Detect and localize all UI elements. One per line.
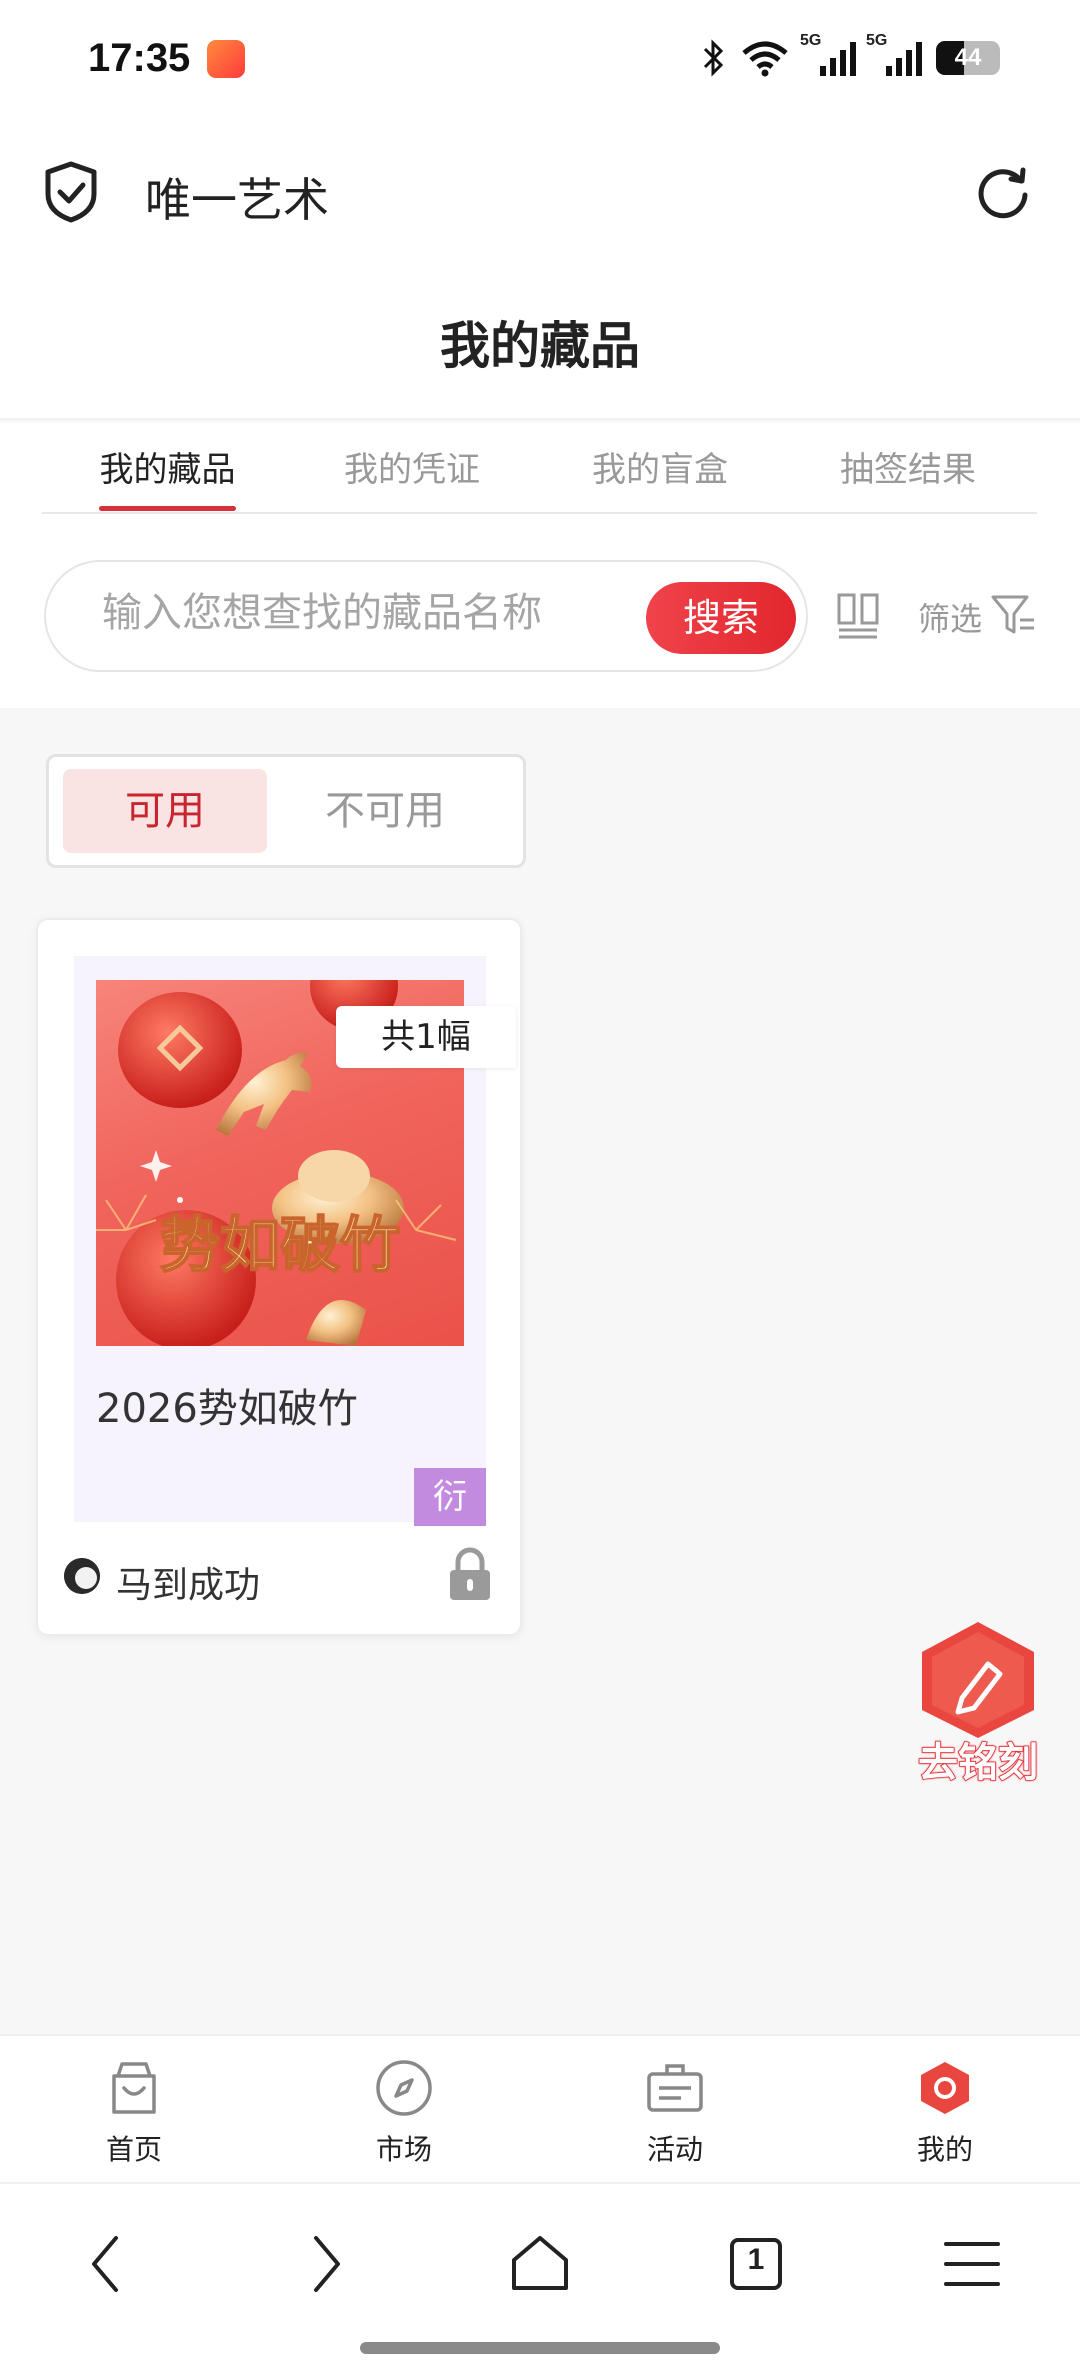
pen-icon (922, 1622, 1034, 1738)
svg-text:势如破竹: 势如破竹 (160, 1211, 400, 1281)
wifi-icon (742, 41, 788, 77)
back-icon[interactable] (68, 2224, 148, 2304)
collection-card[interactable]: 势如破竹 2026势如破竹 衍 共1幅 马到成功 (36, 918, 522, 1636)
tab-my-collection[interactable]: 我的藏品 (99, 442, 236, 491)
filter-label[interactable]: 筛选 (918, 594, 982, 640)
availability-toggle: 可用 不可用 (46, 754, 526, 868)
nav-activity-label: 活动 (646, 2133, 703, 2166)
layout-toggle-icon[interactable] (836, 592, 880, 640)
cellular-signal-icon: 5G (866, 32, 922, 76)
refresh-icon[interactable] (975, 165, 1031, 221)
bottom-nav: 首页 市场 活动 我的 (0, 2034, 1080, 2182)
briefcase-icon (647, 2064, 703, 2112)
compass-icon (376, 2060, 432, 2116)
status-time: 17:35 (88, 36, 191, 80)
tabs-button[interactable]: 1 (716, 2224, 796, 2304)
hexagon-icon (921, 2062, 969, 2114)
unavailable-option[interactable]: 不可用 (283, 769, 487, 853)
filter-icon[interactable] (990, 592, 1036, 638)
available-option[interactable]: 可用 (63, 769, 267, 853)
bluetooth-icon (703, 39, 724, 77)
forward-icon[interactable] (284, 2224, 364, 2304)
count-badge: 共1幅 (336, 1006, 516, 1068)
search-button[interactable]: 搜索 (646, 582, 796, 654)
nav-home[interactable]: 首页 (59, 2058, 209, 2168)
tab-my-blind-boxes[interactable]: 我的盲盒 (590, 442, 730, 491)
app-notification-icon (207, 40, 245, 78)
shield-check-icon[interactable] (42, 160, 100, 224)
status-icons: 5G 5G 44 (702, 32, 1000, 80)
search-bar: 搜索 (44, 560, 808, 672)
lock-icon (450, 1547, 490, 1600)
tab-lottery-results[interactable]: 抽签结果 (838, 442, 978, 491)
nav-mine[interactable]: 我的 (870, 2058, 1020, 2168)
home-icon[interactable] (500, 2224, 580, 2304)
derivative-tag: 衍 (414, 1468, 486, 1526)
bag-icon (112, 2062, 156, 2114)
nav-activity[interactable]: 活动 (600, 2058, 750, 2168)
tab-my-credentials[interactable]: 我的凭证 (342, 442, 482, 491)
collection-title[interactable]: 2026势如破竹 (96, 1376, 358, 1434)
app-name: 唯一艺术 (145, 173, 329, 227)
engrave-label: 去铭刻 (917, 1739, 1039, 1787)
menu-icon[interactable] (932, 2224, 1012, 2304)
battery-icon: 44 (936, 41, 1000, 75)
cellular-signal-icon: 5G (800, 32, 856, 76)
tab-bar: 我的藏品 我的凭证 我的盲盒 抽签结果 (42, 424, 1037, 514)
status-bar: 17:35 5G 5G 44 (0, 0, 1080, 120)
tab-count: 1 (747, 2243, 765, 2276)
nav-market-label: 市场 (375, 2133, 432, 2166)
active-tab-indicator (99, 506, 236, 511)
home-indicator[interactable] (360, 2342, 720, 2354)
nav-home-label: 首页 (105, 2133, 162, 2166)
author-name: 马到成功 (116, 1565, 261, 1606)
page-title: 我的藏品 (440, 317, 640, 375)
engrave-button[interactable]: 去铭刻 (912, 1620, 1044, 1788)
nav-market[interactable]: 市场 (329, 2058, 479, 2168)
nav-mine-label: 我的 (916, 2133, 973, 2166)
avatar (64, 1558, 100, 1594)
search-input[interactable] (102, 590, 622, 636)
